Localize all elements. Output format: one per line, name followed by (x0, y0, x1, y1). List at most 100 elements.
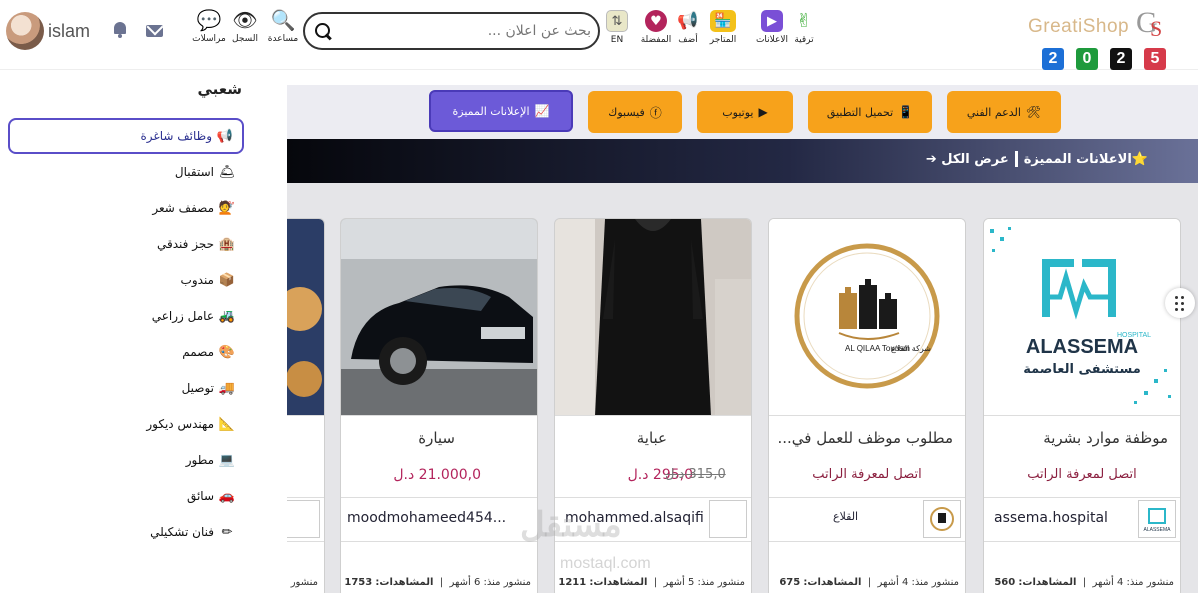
tab-support[interactable]: 🛠 الدعم الفني (947, 91, 1061, 133)
posted-time: منشور منذ: 4 أشهر (877, 577, 959, 588)
ad-image[interactable]: AL QILAA Tourism شركة القلاع (769, 219, 965, 416)
hospital-logo: ALASSEMA HOSPITAL مستشفى العاصمة (990, 227, 1171, 404)
ad-meta: منشور (287, 577, 318, 588)
logo-text: GreatiShop (1028, 16, 1130, 37)
quick-link-history[interactable]: 👁 السجل (228, 8, 262, 44)
quick-link-messages[interactable]: 💬 مراسلات (192, 8, 226, 44)
sidebar-item-hotel[interactable]: 🏨 حجز فندقي (8, 226, 244, 262)
sidebar-item-developer[interactable]: 💻 مطور (8, 442, 244, 478)
user-menu[interactable]: islam (6, 12, 90, 50)
sidebar-item-label: توصيل (181, 381, 214, 395)
bell-icon[interactable] (111, 22, 129, 38)
tab-label: الإعلانات المميزة (452, 104, 530, 118)
sidebar-item-driver[interactable]: 🚗 سائق (8, 478, 244, 514)
seller-info[interactable]: assema.hospital ALASSEMA (984, 498, 1180, 540)
ad-price: 21.000,0 د.ل (393, 467, 481, 483)
ad-old-price: 315,0 د.ل (665, 467, 726, 482)
avatar[interactable] (6, 12, 44, 50)
seller-avatar[interactable] (923, 500, 961, 538)
seller-name[interactable]: القلاع (833, 510, 858, 523)
nav-label: المتاجر (709, 35, 737, 45)
sidebar-item-label: استقبال (174, 165, 214, 179)
view-all-link[interactable]: عرض الكل ➔ (926, 152, 1009, 167)
ad-title[interactable]: سيارة (418, 429, 455, 447)
ad-card[interactable]: ALASSEMA HOSPITAL مستشفى العاصمة موظفة م… (983, 218, 1181, 593)
search-icon[interactable] (315, 23, 331, 39)
ad-card[interactable]: سيارة 21.000,0 د.ل moodmohameed454... من… (340, 218, 538, 593)
nav-language[interactable]: ⇅ EN (597, 10, 637, 45)
sidebar-item-reception[interactable]: 🛎 استقبال (8, 154, 244, 190)
sidebar-item-label: مصفف شعر (152, 201, 214, 215)
drag-handle[interactable] (1165, 288, 1195, 318)
views-label: المشاهدات: (1018, 577, 1077, 588)
site-logo[interactable]: GreatiShop (1028, 6, 1168, 44)
year-digit: 2 (1042, 48, 1064, 70)
ad-image[interactable] (287, 219, 324, 416)
seller-info[interactable]: moodmohameed454... (341, 498, 537, 540)
ad-title[interactable]: موظفة موارد بشرية (1043, 429, 1168, 447)
svg-text:ALASSEMA: ALASSEMA (1144, 527, 1172, 533)
sidebar-item-delivery[interactable]: 🚚 توصيل (8, 370, 244, 406)
nav-label: المفضلة (640, 35, 672, 45)
posted-time: منشور منذ: 4 أشهر (1092, 577, 1174, 588)
sidebar-item-artist[interactable]: ✏ فنان تشكيلي (8, 514, 244, 550)
seller-info[interactable]: القلاع (769, 498, 965, 540)
watermark-url: mostaql.com (560, 555, 651, 572)
megaphone-icon: 📢 (677, 10, 699, 31)
ad-card[interactable]: منشور (287, 218, 325, 593)
seller-name[interactable]: moodmohameed454... (347, 510, 506, 526)
top-header: islam 💬 مراسلات 👁 السجل 🔍 مساعدة ⇅ EN ♥ … (0, 0, 1198, 70)
sidebar-item-courier[interactable]: 📦 مندوب (8, 262, 244, 298)
quick-link-help[interactable]: 🔍 مساعدة (266, 8, 300, 44)
sidebar-item-label: مطور (185, 453, 214, 467)
ad-title[interactable]: مطلوب موظف للعمل في... (777, 429, 953, 447)
qilaa-logo: AL QILAA Tourism شركة القلاع (794, 243, 940, 389)
quick-link-label: مساعدة (267, 34, 299, 44)
banner-heading: ⭐الاعلانات المميزة عرض الكل ➔ (926, 151, 1148, 167)
ad-card[interactable]: AL QILAA Tourism شركة القلاع مطلوب موظف … (768, 218, 966, 593)
featured-cards-carousel: ALASSEMA HOSPITAL مستشفى العاصمة موظفة م… (287, 183, 1198, 593)
sidebar-item-farm-worker[interactable]: 🚜 عامل زراعي (8, 298, 244, 334)
tab-app-download[interactable]: 📱 تحميل التطبيق (808, 91, 932, 133)
ad-image[interactable]: ALASSEMA HOSPITAL مستشفى العاصمة (984, 219, 1180, 416)
username[interactable]: islam (48, 21, 90, 42)
mail-icon[interactable] (146, 25, 163, 37)
tab-youtube[interactable]: ▶ يوتيوب (697, 91, 793, 133)
seller-name[interactable]: assema.hospital (994, 510, 1108, 526)
divider (769, 541, 965, 542)
sidebar-item-designer[interactable]: 🎨 مصمم (8, 334, 244, 370)
ad-image[interactable] (555, 219, 751, 416)
quick-link-label: مراسلات (192, 34, 226, 44)
seller-avatar[interactable] (709, 500, 747, 538)
youtube-icon: ▶ (758, 105, 768, 119)
year-digit: 5 (1144, 48, 1166, 70)
seller-avatar[interactable]: ALASSEMA (1138, 500, 1176, 538)
nav-stores[interactable]: 🏪 المتاجر (703, 10, 743, 45)
sidebar-item-decor-engineer[interactable]: 📐 مهندس ديكور (8, 406, 244, 442)
svg-text:شركة القلاع: شركة القلاع (891, 344, 931, 353)
banner-title: ⭐الاعلانات المميزة (1023, 151, 1148, 167)
nav-label: أضف (678, 35, 698, 45)
seller-avatar[interactable] (287, 500, 320, 538)
sidebar-item-jobs[interactable]: 📢 وظائف شاغرة (8, 118, 244, 154)
ad-image[interactable] (341, 219, 537, 416)
tab-featured-ads[interactable]: 📈 الإعلانات المميزة (429, 90, 573, 132)
chart-icon: 📈 (534, 104, 550, 118)
ad-title[interactable]: عباية (637, 429, 667, 447)
pencil-icon: ✏ (221, 524, 233, 540)
divider (341, 541, 537, 542)
sidebar-item-hairdresser[interactable]: 💇 مصفف شعر (8, 190, 244, 226)
tab-facebook[interactable]: ⓕ فيسبوك (588, 91, 682, 133)
seller-info[interactable] (287, 498, 324, 540)
search-input[interactable] (341, 18, 591, 44)
featured-ads-banner: ⭐الاعلانات المميزة عرض الكل ➔ (287, 139, 1198, 183)
laptop-icon: 💻 (218, 452, 236, 468)
hotel-icon: 🏨 (218, 236, 236, 252)
nav-upgrade[interactable]: ✌ ترقية (784, 10, 824, 45)
nav-add[interactable]: 📢 أضف (668, 10, 708, 45)
tractor-icon: 🚜 (218, 308, 236, 324)
eye-icon: 👁 (232, 8, 258, 32)
posted-time: منشور (290, 577, 318, 588)
views-label: المشاهدات: (589, 577, 648, 588)
sidebar-title: شعبي (197, 80, 242, 98)
